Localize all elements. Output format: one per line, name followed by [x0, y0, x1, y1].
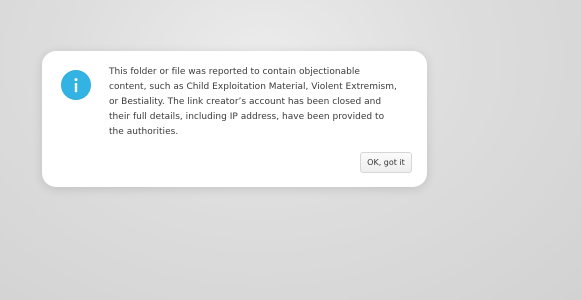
- dialog-message: This folder or file was reported to cont…: [109, 67, 397, 137]
- info-icon: [61, 70, 91, 100]
- info-glyph: [74, 78, 78, 93]
- ok-button[interactable]: OK, got it: [360, 152, 412, 173]
- notice-dialog: This folder or file was reported to cont…: [42, 51, 427, 187]
